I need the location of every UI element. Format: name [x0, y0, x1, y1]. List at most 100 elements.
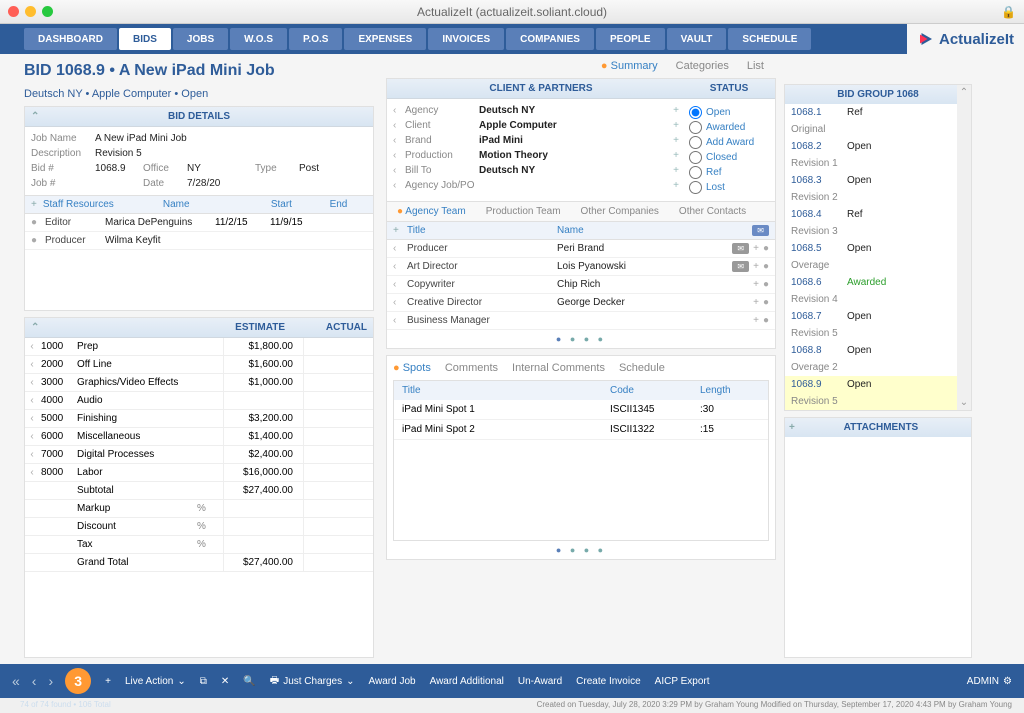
client-partner-row[interactable]: ‹AgencyDeutsch NY+ — [387, 103, 685, 118]
team-row[interactable]: ‹ProducerPeri Brand✉+● — [387, 240, 775, 258]
tab-comments[interactable]: Comments — [445, 362, 498, 374]
estimate-row[interactable]: ‹8000Labor$16,000.00 — [25, 464, 373, 482]
estimate-row[interactable]: ‹3000Graphics/Video Effects$1,000.00 — [25, 374, 373, 392]
staff-row[interactable]: ●ProducerWilma Keyfit — [25, 232, 373, 250]
client-partner-row[interactable]: ‹ProductionMotion Theory+ — [387, 148, 685, 163]
tab-production-team[interactable]: Production Team — [476, 202, 571, 221]
tab-agency-team[interactable]: Agency Team — [387, 202, 476, 221]
bid-group-row[interactable]: 1068.1Ref — [785, 104, 971, 121]
nav-first-icon[interactable]: « — [12, 673, 18, 689]
subtab-list[interactable]: List — [747, 60, 764, 72]
tab-spots[interactable]: Spots — [393, 362, 431, 374]
window-title: ActualizeIt (actualizeit.soliant.cloud) — [0, 5, 1024, 19]
nav-people[interactable]: PEOPLE — [596, 28, 665, 50]
bid-group-row[interactable]: 1068.5Open — [785, 240, 971, 257]
add-button[interactable]: + — [105, 676, 111, 687]
print-button[interactable]: 🖶 Just Charges ⌄ — [270, 673, 355, 690]
label-grand-total: Grand Total — [75, 554, 223, 571]
nav-vault[interactable]: VAULT — [667, 28, 727, 50]
bid-group-row[interactable]: 1068.6Awarded — [785, 274, 971, 291]
spot-row[interactable]: iPad Mini Spot 1ISCII1345:30 — [394, 400, 768, 420]
nav-invoices[interactable]: INVOICES — [428, 28, 504, 50]
collapse-icon[interactable]: ⌃ — [31, 322, 51, 333]
nav-wos[interactable]: W.O.S — [230, 28, 287, 50]
status-radio[interactable]: Ref — [689, 165, 771, 180]
tab-other-contacts[interactable]: Other Contacts — [669, 202, 756, 221]
award-additional-button[interactable]: Award Additional — [430, 676, 504, 687]
bid-group-row[interactable]: 1068.7Open — [785, 308, 971, 325]
add-attachment-icon[interactable]: + — [789, 422, 795, 433]
tab-other-companies[interactable]: Other Companies — [571, 202, 669, 221]
nav-next-icon[interactable]: › — [48, 673, 51, 689]
mail-icon[interactable]: ✉ — [732, 243, 749, 254]
client-partner-row[interactable]: ‹Agency Job/PO+ — [387, 178, 685, 193]
nav-prev-icon[interactable]: ‹ — [32, 673, 35, 689]
spot-row[interactable]: iPad Mini Spot 2ISCII1322:15 — [394, 420, 768, 440]
unaward-button[interactable]: Un-Award — [518, 676, 562, 687]
scroll-down-icon[interactable]: ⌄ — [960, 397, 968, 408]
aicp-export-button[interactable]: AICP Export — [655, 676, 710, 687]
add-team-icon[interactable]: + — [393, 225, 407, 236]
value-description[interactable]: Revision 5 — [95, 148, 142, 159]
nav-bids[interactable]: BIDS — [119, 28, 171, 50]
detail-subtabs: Summary Categories List — [386, 60, 776, 72]
collapse-icon[interactable]: ⌃ — [31, 111, 39, 122]
estimate-row[interactable]: ‹6000Miscellaneous$1,400.00 — [25, 428, 373, 446]
status-radio[interactable]: Closed — [689, 150, 771, 165]
bid-group-row[interactable]: 1068.3Open — [785, 172, 971, 189]
nav-schedule[interactable]: SCHEDULE — [728, 28, 811, 50]
nav-companies[interactable]: COMPANIES — [506, 28, 594, 50]
nav-dashboard[interactable]: DASHBOARD — [24, 28, 117, 50]
award-job-button[interactable]: Award Job — [369, 676, 416, 687]
estimate-row[interactable]: ‹2000Off Line$1,600.00 — [25, 356, 373, 374]
mail-all-icon[interactable]: ✉ — [752, 225, 769, 236]
client-partner-row[interactable]: ‹BrandiPad Mini+ — [387, 133, 685, 148]
estimate-row[interactable]: ‹5000Finishing$3,200.00 — [25, 410, 373, 428]
value-office[interactable]: NY — [187, 163, 201, 174]
value-date[interactable]: 7/28/20 — [187, 178, 220, 189]
value-type[interactable]: Post — [299, 163, 319, 174]
tax-pct[interactable]: % — [197, 539, 221, 550]
subtab-categories[interactable]: Categories — [676, 60, 729, 72]
tab-schedule[interactable]: Schedule — [619, 362, 665, 374]
estimate-row[interactable]: ‹4000Audio — [25, 392, 373, 410]
team-row[interactable]: ‹Business Manager+● — [387, 312, 775, 330]
status-radio[interactable]: Add Award — [689, 135, 771, 150]
team-row[interactable]: ‹Creative DirectorGeorge Decker+● — [387, 294, 775, 312]
scroll-up-icon[interactable]: ⌃ — [960, 87, 968, 98]
subtab-summary[interactable]: Summary — [601, 60, 658, 72]
add-staff-icon[interactable]: + — [31, 199, 37, 210]
live-action-button[interactable]: Live Action ⌄ — [125, 676, 186, 687]
team-row[interactable]: ‹Art DirectorLois Pyanowski✉+● — [387, 258, 775, 276]
bid-group-row[interactable]: 1068.8Open — [785, 342, 971, 359]
client-partners-header: CLIENT & PARTNERS — [393, 83, 689, 94]
pagination-dots[interactable]: ● ● ● ● — [387, 541, 775, 559]
search-icon[interactable]: 🔍 — [243, 676, 255, 687]
status-radio[interactable]: Open — [689, 105, 771, 120]
estimate-row[interactable]: ‹1000Prep$1,800.00 — [25, 338, 373, 356]
discount-pct[interactable]: % — [197, 521, 221, 532]
bid-group-row[interactable]: 1068.4Ref — [785, 206, 971, 223]
team-row[interactable]: ‹CopywriterChip Rich+● — [387, 276, 775, 294]
mail-icon[interactable]: ✉ — [732, 261, 749, 272]
create-invoice-button[interactable]: Create Invoice — [576, 676, 640, 687]
scrollbar[interactable]: ⌃⌄ — [957, 85, 971, 410]
admin-button[interactable]: ADMIN ⚙ — [967, 676, 1012, 687]
nav-pos[interactable]: P.O.S — [289, 28, 342, 50]
tab-internal-comments[interactable]: Internal Comments — [512, 362, 605, 374]
duplicate-icon[interactable]: ⧉ — [200, 676, 207, 687]
markup-pct[interactable]: % — [197, 503, 221, 514]
bid-group-row[interactable]: 1068.2Open — [785, 138, 971, 155]
client-partner-row[interactable]: ‹Bill ToDeutsch NY+ — [387, 163, 685, 178]
status-radio[interactable]: Awarded — [689, 120, 771, 135]
nav-expenses[interactable]: EXPENSES — [344, 28, 426, 50]
estimate-row[interactable]: ‹7000Digital Processes$2,400.00 — [25, 446, 373, 464]
client-partner-row[interactable]: ‹ClientApple Computer+ — [387, 118, 685, 133]
close-icon[interactable]: ✕ — [221, 676, 229, 687]
pagination-dots[interactable]: ● ● ● ● — [387, 330, 775, 348]
nav-jobs[interactable]: JOBS — [173, 28, 228, 50]
value-job-name[interactable]: A New iPad Mini Job — [95, 133, 187, 144]
bid-group-row[interactable]: 1068.9Open — [785, 376, 971, 393]
staff-row[interactable]: ●EditorMarica DePenguins11/2/1511/9/15 — [25, 214, 373, 232]
status-radio[interactable]: Lost — [689, 180, 771, 195]
